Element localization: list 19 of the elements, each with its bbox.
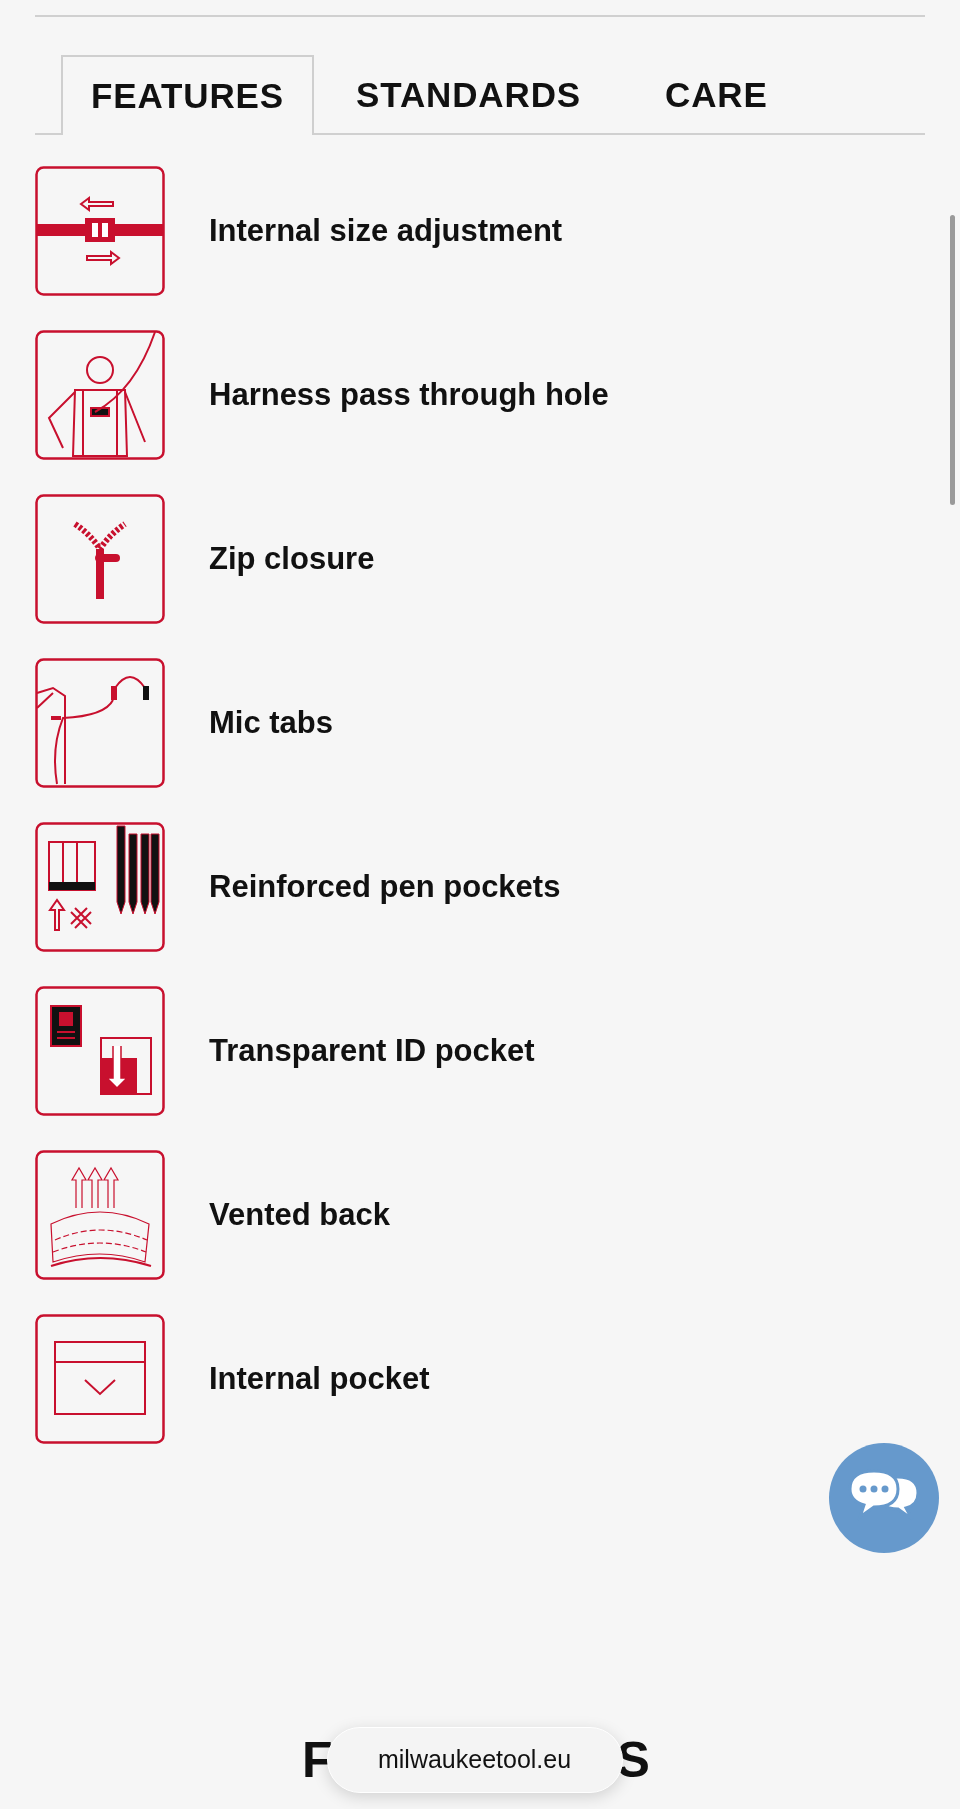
pens-pocket-icon <box>35 822 165 952</box>
feature-label: Internal size adjustment <box>209 211 563 250</box>
feature-label: Transparent ID pocket <box>209 1031 535 1070</box>
tab[interactable]: STANDARDS <box>326 55 612 135</box>
feature-label: Internal pocket <box>209 1359 430 1398</box>
feature-label: Zip closure <box>209 539 375 578</box>
headphones-cable-icon <box>35 658 165 788</box>
feature-label: Mic tabs <box>209 703 334 742</box>
vented-mesh-icon <box>35 1150 165 1280</box>
person-harness-icon <box>35 330 165 460</box>
tab[interactable]: CARE <box>635 55 798 135</box>
tab[interactable]: FEATURES <box>61 55 315 135</box>
feature-label: Reinforced pen pockets <box>209 867 561 906</box>
buckle-arrows-icon <box>35 166 165 296</box>
id-card-pocket-icon <box>35 986 165 1116</box>
zipper-icon <box>35 494 165 624</box>
pocket-chevron-icon <box>35 1314 165 1444</box>
feature-label: Harness pass through hole <box>209 375 609 414</box>
feature-label: Vented back <box>209 1195 390 1234</box>
